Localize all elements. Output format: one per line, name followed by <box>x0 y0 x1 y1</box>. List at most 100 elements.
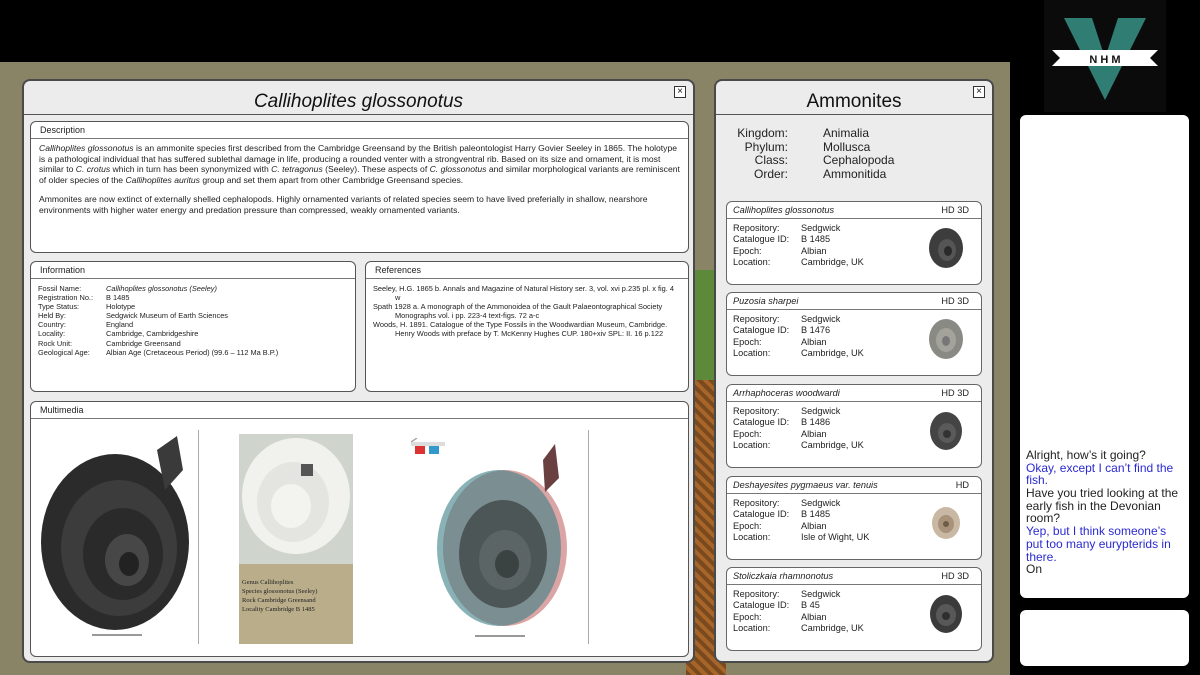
info-key: Fossil Name: <box>38 284 82 293</box>
card-header: Arrhaphoceras woodwardi HD 3D <box>727 385 981 402</box>
information-heading: Information <box>31 262 355 279</box>
chat-message: Alright, how’s it going? <box>1026 447 1146 462</box>
info-value: Albian Age (Cretaceous Period) (99.6 – 1… <box>106 347 279 357</box>
label-line: Locality Cambridge B 1485 <box>242 605 350 614</box>
card-header: Puzosia sharpei HD 3D <box>727 293 981 310</box>
species-name-italic: Callihoplites glossonotus <box>39 143 134 153</box>
description-section: Description Callihoplites glossonotus is… <box>30 121 689 253</box>
species-card[interactable]: Callihoplites glossonotus HD 3D Repositor… <box>726 201 982 285</box>
species-name-italic: C. crotus <box>75 164 111 175</box>
multimedia-section: Multimedia Genus Callihoplites Species g… <box>30 401 689 657</box>
info-row: Held By: Sedgwick Museum of Earth Science… <box>38 311 348 320</box>
info-key: Country: <box>38 320 66 330</box>
chat-message: On <box>1026 562 1043 577</box>
card-value: Cambridge, UK <box>801 622 864 633</box>
chat-message: Have you tried looking at the early fish… <box>1026 486 1179 526</box>
top-bar <box>0 0 1010 62</box>
reference-item: Seeley, H.G. 1865 b. Annals and Magazine… <box>373 284 674 303</box>
card-key: Epoch: <box>733 520 762 531</box>
card-value: Sedgwick <box>801 406 841 416</box>
taxonomy-key: Kingdom: <box>737 126 788 140</box>
info-row: Fossil Name: Callihoplites glossonotus (S… <box>38 284 348 293</box>
species-card[interactable]: Stoliczkaia rhamnonotus HD 3D Repository:… <box>726 567 982 651</box>
card-key: Location: <box>733 439 771 450</box>
info-value: Cambridge Greensand <box>106 338 181 348</box>
multimedia-heading: Multimedia <box>31 402 688 419</box>
nhm-logo: N H M <box>1044 0 1166 112</box>
card-species-name: Deshayesites pygmaeus var. tenuis <box>733 480 878 490</box>
taxonomy-value: Mollusca <box>823 139 871 154</box>
fossil-photo[interactable] <box>37 430 199 644</box>
info-value: Holotype <box>106 302 136 312</box>
chat-input[interactable] <box>1020 610 1189 666</box>
ammonite-thumbnail <box>930 595 962 633</box>
species-card[interactable]: Arrhaphoceras woodwardi HD 3D Repository:… <box>726 384 982 468</box>
taxonomy-keys: Kingdom: Phylum: Class: Order: <box>728 126 788 181</box>
description-paragraph-2: Ammonites are now extinct of externally … <box>39 193 648 215</box>
card-value: Sedgwick <box>801 223 841 233</box>
card-details: Repository: Sedgwick Catalogue ID: B 1476 … <box>733 314 864 359</box>
species-card[interactable]: Deshayesites pygmaeus var. tenuis HD Repo… <box>726 476 982 560</box>
taxonomy-value: Animalia <box>823 126 870 140</box>
taxonomy-key: Phylum: <box>744 139 788 154</box>
ammonite-fossil-image <box>41 436 189 636</box>
label-line: Rock Cambridge Greensand <box>242 597 316 604</box>
card-header: Stoliczkaia rhamnonotus HD 3D <box>727 568 981 585</box>
references-heading: References <box>366 262 688 279</box>
anaglyph-photo[interactable] <box>405 430 589 644</box>
card-media-tag: HD <box>955 480 969 490</box>
card-value: Albian <box>801 520 827 531</box>
label-number: B 1485 <box>295 606 315 613</box>
card-header: Deshayesites pygmaeus var. tenuis HD <box>727 477 981 494</box>
chat-log: Alright, how’s it going? Okay, except I … <box>1020 115 1189 598</box>
label-line: Species glossonotus (Seeley) <box>242 588 318 595</box>
cast-image <box>239 434 353 564</box>
3d-glasses-icon[interactable] <box>410 437 445 463</box>
description-heading: Description <box>31 122 688 139</box>
card-species-name: Callihoplites glossonotus <box>733 205 835 215</box>
ammonite-thumbnail <box>932 507 960 539</box>
info-value: B 1485 <box>106 293 130 303</box>
close-icon[interactable]: × <box>674 86 686 98</box>
description-body: Callihoplites glossonotus is an ammonite… <box>31 139 688 227</box>
species-name-italic: Callihoplites auritus <box>125 175 200 186</box>
card-key: Epoch: <box>733 336 762 347</box>
cast-photo[interactable]: Genus Callihoplites Species glossonotus … <box>239 434 353 644</box>
info-row: Geological Age: Albian Age (Cretaceous Pe… <box>38 348 348 357</box>
card-key: Epoch: <box>733 428 762 439</box>
card-value: Sedgwick <box>801 314 841 324</box>
nhm-logo-icon: N H M <box>1052 18 1158 100</box>
card-key: Epoch: <box>733 245 762 256</box>
card-value: Albian <box>801 611 827 622</box>
species-name-italic: C. tetragonus <box>271 164 323 175</box>
info-key: Geological Age: <box>38 347 90 357</box>
info-key: Held By: <box>38 311 66 321</box>
info-key: Type Status: <box>38 302 80 312</box>
card-key: Location: <box>733 622 771 633</box>
3d-glasses-svg <box>410 437 445 454</box>
info-row: Type Status: Holotype <box>38 302 348 311</box>
card-key: Location: <box>733 256 771 267</box>
card-details: Repository: Sedgwick Catalogue ID: B 1485 … <box>733 223 864 268</box>
info-value: England <box>106 320 134 330</box>
card-key: Location: <box>733 347 771 358</box>
taxonomy-value: Ammonitida <box>823 166 887 181</box>
close-icon[interactable]: × <box>973 86 985 98</box>
ammonite-thumbnail <box>929 228 963 268</box>
title-divider <box>24 114 693 115</box>
card-media-tag: HD 3D <box>941 388 969 398</box>
card-details: Repository: Sedgwick Catalogue ID: B 1486 … <box>733 406 864 451</box>
species-title: Callihoplites glossonotus <box>253 91 464 112</box>
card-value: Sedgwick <box>801 498 841 508</box>
card-value: Isle of Wight, UK <box>801 531 870 542</box>
card-key: Repository: <box>733 498 780 508</box>
info-value: Sedgwick Museum of Earth Sciences <box>106 311 228 321</box>
species-card[interactable]: Puzosia sharpei HD 3D Repository: Sedgwick… <box>726 292 982 376</box>
card-value: Albian <box>801 428 827 439</box>
card-value: Sedgwick <box>801 589 841 599</box>
card-value: Cambridge, UK <box>801 256 864 267</box>
taxonomy-values: Animalia Mollusca Cephalopoda Ammonitida <box>823 126 894 181</box>
ammonite-thumbnail <box>929 319 963 359</box>
reference-item: Woods, H. 1891. Catalogue of the Type Fo… <box>373 320 668 339</box>
description-paragraph-1: Callihoplites glossonotus is an ammonite… <box>39 143 680 186</box>
